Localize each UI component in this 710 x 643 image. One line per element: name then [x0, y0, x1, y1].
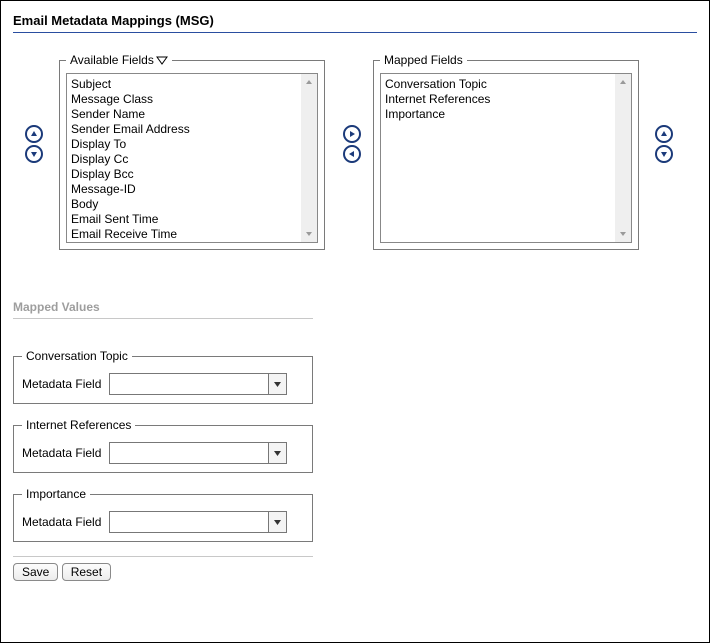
remove-from-mapped-button[interactable]: [343, 145, 361, 163]
available-move-up-button[interactable]: [25, 125, 43, 143]
scroll-down-icon[interactable]: [615, 226, 631, 242]
metadata-field-label: Metadata Field: [22, 377, 101, 391]
mapped-value-internet-references: Internet References Metadata Field: [13, 418, 313, 473]
list-item[interactable]: Display To: [71, 137, 297, 152]
scroll-down-icon[interactable]: [301, 226, 317, 242]
mapped-fields-list[interactable]: Conversation Topic Internet References I…: [380, 73, 632, 243]
actions-divider: [13, 556, 313, 557]
available-reorder-controls: [21, 53, 47, 163]
title-divider: [13, 32, 697, 33]
mapped-scrollbar[interactable]: [615, 74, 631, 242]
metadata-field-select[interactable]: [109, 442, 287, 464]
mapped-values-heading: Mapped Values: [13, 300, 697, 314]
form-actions: Save Reset: [13, 556, 697, 581]
list-item[interactable]: Display Bcc: [71, 167, 297, 182]
list-item[interactable]: Conversation Topic: [385, 77, 611, 92]
list-item[interactable]: Subject: [71, 77, 297, 92]
metadata-field-label: Metadata Field: [22, 446, 101, 460]
fields-row: Available Fields Subject Message Class S…: [13, 53, 697, 250]
mapped-value-row: Metadata Field: [22, 442, 304, 464]
list-item[interactable]: Sender Email Address: [71, 122, 297, 137]
list-item[interactable]: Sender Name: [71, 107, 297, 122]
available-fields-legend: Available Fields: [66, 53, 172, 67]
select-value: [110, 374, 268, 394]
list-item[interactable]: Email Receive Time: [71, 227, 297, 242]
available-fields-list[interactable]: Subject Message Class Sender Name Sender…: [66, 73, 318, 243]
available-fields-list-inner: Subject Message Class Sender Name Sender…: [67, 74, 301, 242]
save-button[interactable]: Save: [13, 563, 58, 581]
mapped-value-importance: Importance Metadata Field: [13, 487, 313, 542]
chevron-down-icon: [268, 512, 286, 532]
mapped-value-legend: Importance: [22, 487, 90, 501]
mapped-move-down-button[interactable]: [655, 145, 673, 163]
mapped-reorder-controls: [651, 53, 677, 163]
list-item[interactable]: Body: [71, 197, 297, 212]
mapped-move-up-button[interactable]: [655, 125, 673, 143]
available-fields-box: Available Fields Subject Message Class S…: [59, 53, 325, 250]
available-scrollbar[interactable]: [301, 74, 317, 242]
list-item[interactable]: Message Class: [71, 92, 297, 107]
mapped-value-legend: Internet References: [22, 418, 135, 432]
select-value: [110, 512, 268, 532]
mapped-value-legend: Conversation Topic: [22, 349, 132, 363]
sort-icon[interactable]: [156, 55, 168, 65]
scroll-up-icon[interactable]: [301, 74, 317, 90]
page-title: Email Metadata Mappings (MSG): [13, 13, 697, 28]
scroll-up-icon[interactable]: [615, 74, 631, 90]
chevron-down-icon: [268, 374, 286, 394]
mapped-fields-box: Mapped Fields Conversation Topic Interne…: [373, 53, 639, 250]
list-item[interactable]: Internet References: [385, 92, 611, 107]
mapped-value-conversation-topic: Conversation Topic Metadata Field: [13, 349, 313, 404]
mapped-value-row: Metadata Field: [22, 373, 304, 395]
mapped-value-row: Metadata Field: [22, 511, 304, 533]
mapped-fields-list-inner: Conversation Topic Internet References I…: [381, 74, 615, 242]
mapped-fields-legend: Mapped Fields: [380, 53, 467, 67]
reset-button[interactable]: Reset: [62, 563, 111, 581]
list-item[interactable]: Display Cc: [71, 152, 297, 167]
mapped-values-divider: [13, 318, 313, 319]
available-move-down-button[interactable]: [25, 145, 43, 163]
chevron-down-icon: [268, 443, 286, 463]
list-item[interactable]: Email Sent Time: [71, 212, 297, 227]
available-fields-legend-text: Available Fields: [70, 53, 154, 67]
metadata-field-label: Metadata Field: [22, 515, 101, 529]
list-item[interactable]: Message-ID: [71, 182, 297, 197]
app-frame: Email Metadata Mappings (MSG) Available …: [0, 0, 710, 643]
add-to-mapped-button[interactable]: [343, 125, 361, 143]
transfer-controls: [339, 53, 365, 163]
metadata-field-select[interactable]: [109, 511, 287, 533]
list-item[interactable]: Importance: [385, 107, 611, 122]
select-value: [110, 443, 268, 463]
metadata-field-select[interactable]: [109, 373, 287, 395]
